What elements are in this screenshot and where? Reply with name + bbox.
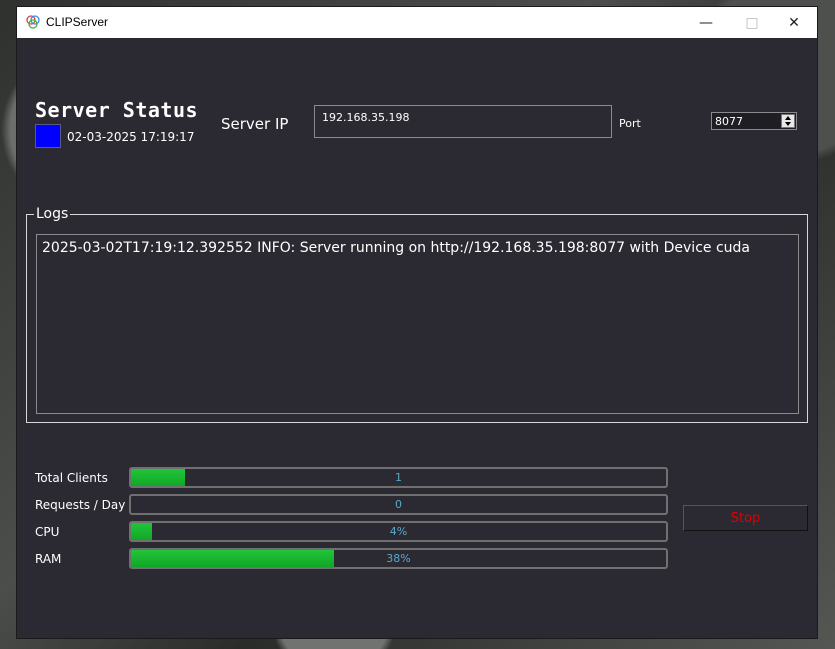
spin-down-icon[interactable] <box>785 122 791 126</box>
minimize-icon: — <box>699 14 713 31</box>
app-window: CLIPServer — □ ✕ Server Status 02-03-202… <box>17 7 817 638</box>
close-icon: ✕ <box>788 14 800 31</box>
total-clients-label: Total Clients <box>35 471 108 485</box>
main-content: Server Status 02-03-2025 17:19:17 Server… <box>17 38 817 638</box>
stop-button[interactable]: Stop <box>683 505 808 531</box>
port-value: 8077 <box>715 115 743 128</box>
port-spin-buttons[interactable] <box>781 114 795 128</box>
spin-up-icon[interactable] <box>785 116 791 120</box>
minimize-button[interactable]: — <box>683 7 729 38</box>
requests-per-day-value: 0 <box>395 498 402 511</box>
ram-bar: 38% <box>129 548 668 569</box>
ram-label: RAM <box>35 552 62 566</box>
log-line: 2025-03-02T17:19:12.392552 INFO: Server … <box>42 240 750 256</box>
close-button[interactable]: ✕ <box>771 7 817 38</box>
status-timestamp: 02-03-2025 17:19:17 <box>67 130 195 144</box>
total-clients-bar: 1 <box>129 467 668 488</box>
clip-app-icon <box>26 15 40 29</box>
requests-per-day-label: Requests / Day <box>35 498 126 512</box>
cpu-value: 4% <box>389 525 408 538</box>
server-status-title: Server Status <box>35 98 199 122</box>
port-spinbox[interactable]: 8077 <box>711 112 797 130</box>
logs-list[interactable]: 2025-03-02T17:19:12.392552 INFO: Server … <box>36 234 799 414</box>
logs-legend: Logs <box>34 206 71 222</box>
server-ip-label: Server IP <box>221 115 289 133</box>
cpu-label: CPU <box>35 525 60 539</box>
server-ip-value: 192.168.35.198 <box>322 111 410 124</box>
maximize-button[interactable]: □ <box>729 7 775 38</box>
total-clients-value: 1 <box>395 471 402 484</box>
port-label: Port <box>619 117 641 130</box>
requests-per-day-bar: 0 <box>129 494 668 515</box>
status-indicator <box>35 124 61 148</box>
title-bar[interactable]: CLIPServer — □ ✕ <box>17 7 817 38</box>
ram-value: 38% <box>386 552 411 565</box>
window-title: CLIPServer <box>46 15 109 29</box>
maximize-icon: □ <box>745 14 759 31</box>
cpu-bar: 4% <box>129 521 668 542</box>
